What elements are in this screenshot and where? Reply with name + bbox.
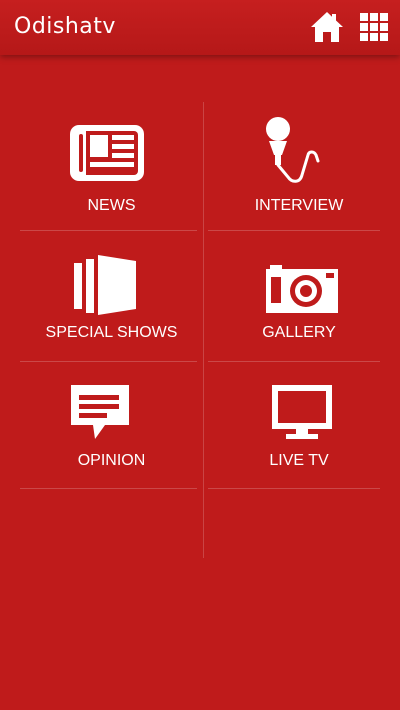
tile-special-shows[interactable]: SPECIAL SHOWS [20, 237, 203, 359]
tile-opinion-label: OPINION [77, 452, 146, 469]
tile-gallery-label: GALLERY [262, 324, 336, 341]
home-button[interactable] [309, 9, 345, 45]
tile-live-tv-label: LIVE TV [269, 452, 329, 469]
tile-interview[interactable]: INTERVIEW [208, 105, 390, 227]
camera-icon [266, 265, 338, 313]
row-divider [20, 361, 197, 362]
row-divider [20, 230, 197, 231]
row-divider [208, 230, 380, 231]
home-icon [311, 12, 343, 42]
newspaper-icon [70, 125, 144, 181]
tile-news[interactable]: NEWS [20, 105, 203, 227]
tv-icon [272, 385, 332, 439]
panels-icon [74, 255, 136, 315]
app-header: Odishatv [0, 0, 400, 55]
tile-special-shows-label: SPECIAL SHOWS [45, 324, 178, 341]
menu-button[interactable] [356, 9, 392, 45]
comment-icon [71, 385, 129, 439]
tile-news-label: NEWS [87, 197, 136, 214]
column-divider [203, 102, 204, 558]
tile-live-tv[interactable]: LIVE TV [208, 365, 390, 487]
app-brand: Odishatv [14, 14, 116, 39]
grid-menu-icon [360, 13, 388, 41]
tile-interview-label: INTERVIEW [254, 197, 344, 214]
row-divider [208, 361, 380, 362]
row-divider [208, 488, 380, 489]
tile-opinion[interactable]: OPINION [20, 365, 203, 487]
microphone-icon [266, 117, 320, 183]
row-divider [20, 488, 197, 489]
menu-grid: NEWS INTERVIEW SPECIAL SHOWS GALLERY OPI… [0, 55, 400, 710]
tile-gallery[interactable]: GALLERY [208, 237, 390, 359]
